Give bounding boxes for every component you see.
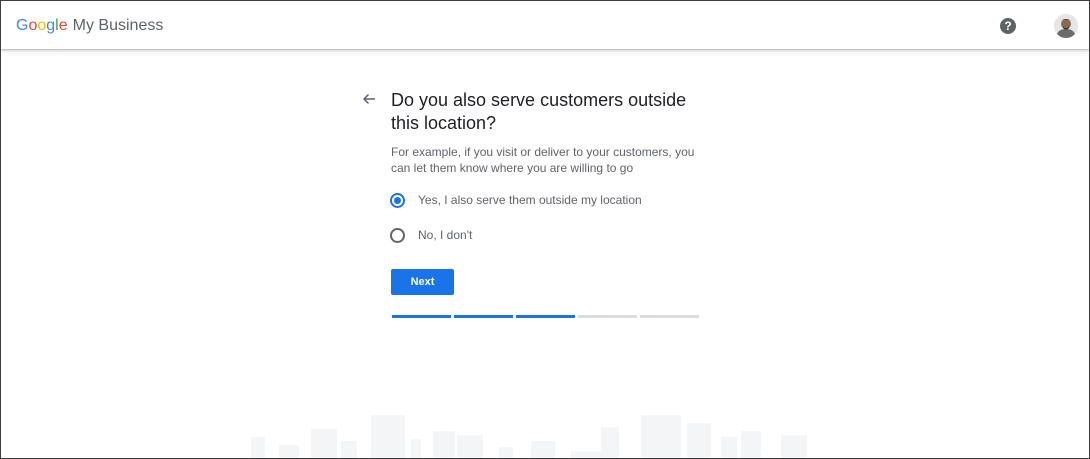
city-skyline-illustration (241, 411, 821, 458)
product-name: My Business (72, 17, 164, 34)
option-no-label: No, I don't (418, 228, 473, 242)
google-my-business-logo[interactable]: Google My Business (16, 17, 163, 35)
logo-letter-e: e (58, 17, 68, 34)
page-description: For example, if you visit or deliver to … (391, 145, 695, 175)
page-title: Do you also serve customers outside this… (391, 90, 687, 133)
progress-step-1 (392, 315, 451, 318)
help-icon[interactable]: ? (1000, 18, 1016, 34)
radio-unchecked-icon[interactable] (390, 228, 405, 243)
progress-step-2 (454, 315, 513, 318)
logo-letter-g2: g (46, 17, 56, 34)
next-button[interactable]: Next (391, 269, 454, 295)
radio-checked-icon[interactable] (390, 193, 405, 208)
logo-letter-o2: o (37, 17, 47, 34)
arrow-back-icon[interactable] (361, 91, 377, 107)
progress-step-4 (578, 315, 637, 318)
avatar-image (1054, 14, 1078, 38)
option-yes-label: Yes, I also serve them outside my locati… (418, 193, 642, 207)
progress-step-5 (640, 315, 699, 318)
app-window: Google My Business ? Do you also serve cu… (0, 0, 1090, 459)
logo-letter-g: G (16, 17, 29, 34)
top-app-bar: Google My Business ? (1, 1, 1089, 49)
avatar[interactable] (1054, 14, 1078, 38)
progress-step-3 (516, 315, 575, 318)
progress-bar (392, 315, 702, 318)
